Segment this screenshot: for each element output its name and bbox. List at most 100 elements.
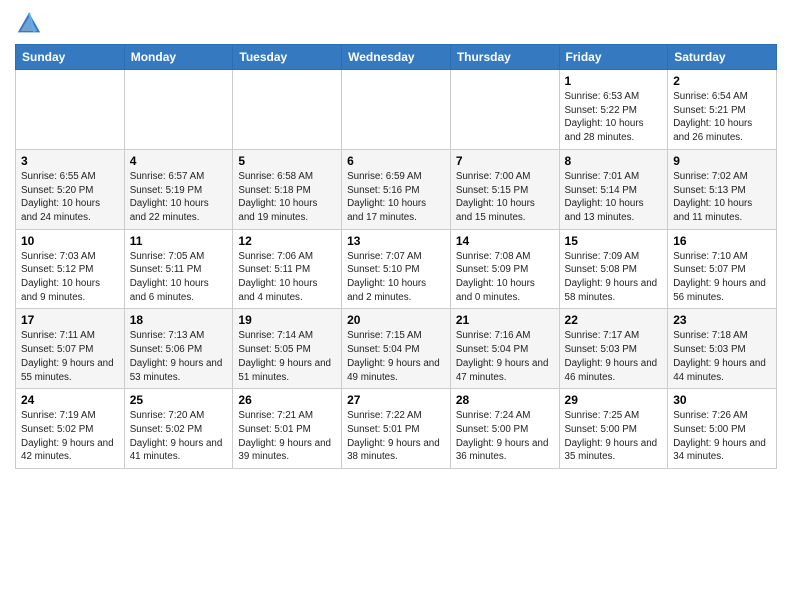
week-row-2: 10 Sunrise: 7:03 AM Sunset: 5:12 PM Dayli… <box>16 229 777 309</box>
header <box>15 10 777 38</box>
day-number: 28 <box>456 393 554 407</box>
day-number: 24 <box>21 393 119 407</box>
day-cell: 15Sunrise: 7:09 AM Sunset: 5:08 PM Dayli… <box>559 229 668 309</box>
day-cell: 13 Sunrise: 7:07 AM Sunset: 5:10 PM Dayli… <box>342 229 451 309</box>
day-cell: 26 Sunrise: 7:21 AM Sunset: 5:01 PM Dayli… <box>233 389 342 469</box>
day-cell: 11 Sunrise: 7:05 AM Sunset: 5:11 PM Dayli… <box>124 229 233 309</box>
day-number: 7 <box>456 154 554 168</box>
day-info: Sunrise: 7:07 AM Sunset: 5:10 PM Dayligh… <box>347 250 445 305</box>
week-row-1: 3 Sunrise: 6:55 AM Sunset: 5:20 PM Daylig… <box>16 149 777 229</box>
day-cell: 1 Sunrise: 6:53 AM Sunset: 5:22 PM Daylig… <box>559 70 668 150</box>
day-info: Sunrise: 7:18 AM Sunset: 5:03 PM Dayligh… <box>673 329 771 384</box>
day-info: Sunrise: 7:21 AM Sunset: 5:01 PM Dayligh… <box>238 409 336 464</box>
day-info: Sunrise: 7:01 AM Sunset: 5:14 PM Dayligh… <box>565 170 663 225</box>
day-cell: 19 Sunrise: 7:14 AM Sunset: 5:05 PM Dayli… <box>233 309 342 389</box>
day-cell: 6Sunrise: 6:59 AM Sunset: 5:16 PM Daylig… <box>342 149 451 229</box>
day-number: 20 <box>347 313 445 327</box>
day-info: Sunrise: 7:26 AM Sunset: 5:00 PM Dayligh… <box>673 409 771 464</box>
day-cell: 9 Sunrise: 7:02 AM Sunset: 5:13 PM Daylig… <box>668 149 777 229</box>
day-number: 29 <box>565 393 663 407</box>
day-cell: 25 Sunrise: 7:20 AM Sunset: 5:02 PM Dayli… <box>124 389 233 469</box>
calendar-body: 1 Sunrise: 6:53 AM Sunset: 5:22 PM Daylig… <box>16 70 777 469</box>
day-cell: 30 Sunrise: 7:26 AM Sunset: 5:00 PM Dayli… <box>668 389 777 469</box>
day-cell: 7 Sunrise: 7:00 AM Sunset: 5:15 PM Daylig… <box>450 149 559 229</box>
day-number: 22 <box>565 313 663 327</box>
day-info: Sunrise: 7:00 AM Sunset: 5:15 PM Dayligh… <box>456 170 554 225</box>
day-cell: 20 Sunrise: 7:15 AM Sunset: 5:04 PM Dayli… <box>342 309 451 389</box>
day-cell: 22 Sunrise: 7:17 AM Sunset: 5:03 PM Dayli… <box>559 309 668 389</box>
day-number: 18 <box>130 313 228 327</box>
day-number: 3 <box>21 154 119 168</box>
header-day-monday: Monday <box>124 45 233 70</box>
day-cell: 27 Sunrise: 7:22 AM Sunset: 5:01 PM Dayli… <box>342 389 451 469</box>
day-number: 15 <box>565 234 663 248</box>
day-number: 5 <box>238 154 336 168</box>
day-cell: 10 Sunrise: 7:03 AM Sunset: 5:12 PM Dayli… <box>16 229 125 309</box>
day-number: 9 <box>673 154 771 168</box>
day-number: 8 <box>565 154 663 168</box>
week-row-3: 17 Sunrise: 7:11 AM Sunset: 5:07 PM Dayli… <box>16 309 777 389</box>
day-number: 27 <box>347 393 445 407</box>
day-number: 12 <box>238 234 336 248</box>
day-info: Sunrise: 7:03 AM Sunset: 5:12 PM Dayligh… <box>21 250 119 305</box>
day-info: Sunrise: 6:53 AM Sunset: 5:22 PM Dayligh… <box>565 90 663 145</box>
day-info: Sunrise: 7:13 AM Sunset: 5:06 PM Dayligh… <box>130 329 228 384</box>
day-info: Sunrise: 7:02 AM Sunset: 5:13 PM Dayligh… <box>673 170 771 225</box>
logo-icon <box>15 10 43 38</box>
day-info: Sunrise: 7:15 AM Sunset: 5:04 PM Dayligh… <box>347 329 445 384</box>
day-cell: 29Sunrise: 7:25 AM Sunset: 5:00 PM Dayli… <box>559 389 668 469</box>
day-info: Sunrise: 6:55 AM Sunset: 5:20 PM Dayligh… <box>21 170 119 225</box>
week-row-0: 1 Sunrise: 6:53 AM Sunset: 5:22 PM Daylig… <box>16 70 777 150</box>
day-number: 14 <box>456 234 554 248</box>
header-day-saturday: Saturday <box>668 45 777 70</box>
header-day-friday: Friday <box>559 45 668 70</box>
day-info: Sunrise: 7:24 AM Sunset: 5:00 PM Dayligh… <box>456 409 554 464</box>
day-info: Sunrise: 7:05 AM Sunset: 5:11 PM Dayligh… <box>130 250 228 305</box>
day-info: Sunrise: 7:06 AM Sunset: 5:11 PM Dayligh… <box>238 250 336 305</box>
day-cell: 4Sunrise: 6:57 AM Sunset: 5:19 PM Daylig… <box>124 149 233 229</box>
day-number: 26 <box>238 393 336 407</box>
day-info: Sunrise: 7:11 AM Sunset: 5:07 PM Dayligh… <box>21 329 119 384</box>
header-row: SundayMondayTuesdayWednesdayThursdayFrid… <box>16 45 777 70</box>
day-info: Sunrise: 6:58 AM Sunset: 5:18 PM Dayligh… <box>238 170 336 225</box>
day-number: 16 <box>673 234 771 248</box>
day-cell: 28 Sunrise: 7:24 AM Sunset: 5:00 PM Dayli… <box>450 389 559 469</box>
day-info: Sunrise: 6:54 AM Sunset: 5:21 PM Dayligh… <box>673 90 771 145</box>
day-number: 25 <box>130 393 228 407</box>
day-number: 6 <box>347 154 445 168</box>
header-day-thursday: Thursday <box>450 45 559 70</box>
day-cell: 2 Sunrise: 6:54 AM Sunset: 5:21 PM Daylig… <box>668 70 777 150</box>
day-info: Sunrise: 7:17 AM Sunset: 5:03 PM Dayligh… <box>565 329 663 384</box>
day-info: Sunrise: 7:10 AM Sunset: 5:07 PM Dayligh… <box>673 250 771 305</box>
header-day-wednesday: Wednesday <box>342 45 451 70</box>
day-cell <box>16 70 125 150</box>
day-cell: 18 Sunrise: 7:13 AM Sunset: 5:06 PM Dayli… <box>124 309 233 389</box>
day-cell: 12 Sunrise: 7:06 AM Sunset: 5:11 PM Dayli… <box>233 229 342 309</box>
day-info: Sunrise: 7:20 AM Sunset: 5:02 PM Dayligh… <box>130 409 228 464</box>
day-number: 30 <box>673 393 771 407</box>
day-cell: 5 Sunrise: 6:58 AM Sunset: 5:18 PM Daylig… <box>233 149 342 229</box>
day-cell <box>124 70 233 150</box>
day-info: Sunrise: 6:57 AM Sunset: 5:19 PM Dayligh… <box>130 170 228 225</box>
day-cell: 8 Sunrise: 7:01 AM Sunset: 5:14 PM Daylig… <box>559 149 668 229</box>
day-info: Sunrise: 7:22 AM Sunset: 5:01 PM Dayligh… <box>347 409 445 464</box>
day-info: Sunrise: 7:14 AM Sunset: 5:05 PM Dayligh… <box>238 329 336 384</box>
day-cell: 21Sunrise: 7:16 AM Sunset: 5:04 PM Dayli… <box>450 309 559 389</box>
day-cell <box>233 70 342 150</box>
day-number: 21 <box>456 313 554 327</box>
day-cell: 17 Sunrise: 7:11 AM Sunset: 5:07 PM Dayli… <box>16 309 125 389</box>
day-number: 2 <box>673 74 771 88</box>
day-number: 19 <box>238 313 336 327</box>
day-cell <box>342 70 451 150</box>
day-cell: 24 Sunrise: 7:19 AM Sunset: 5:02 PM Dayli… <box>16 389 125 469</box>
logo <box>15 10 47 38</box>
day-number: 1 <box>565 74 663 88</box>
day-info: Sunrise: 7:19 AM Sunset: 5:02 PM Dayligh… <box>21 409 119 464</box>
day-number: 10 <box>21 234 119 248</box>
day-info: Sunrise: 7:08 AM Sunset: 5:09 PM Dayligh… <box>456 250 554 305</box>
day-cell: 14 Sunrise: 7:08 AM Sunset: 5:09 PM Dayli… <box>450 229 559 309</box>
day-number: 17 <box>21 313 119 327</box>
day-number: 23 <box>673 313 771 327</box>
day-number: 13 <box>347 234 445 248</box>
day-number: 11 <box>130 234 228 248</box>
